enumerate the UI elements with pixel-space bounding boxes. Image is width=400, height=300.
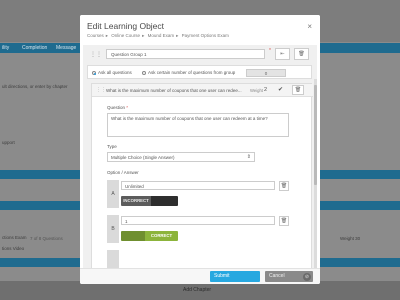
ask-all-label: Ask all questions [98, 70, 132, 75]
breadcrumb-item[interactable]: Mound Exam [148, 33, 175, 38]
required-marker: * [269, 48, 271, 54]
edit-learning-object-modal: Edit Learning Object × Courses ▸ Online C… [80, 15, 320, 284]
background-text: upport [2, 140, 15, 145]
trash-icon: 🗑 [298, 51, 305, 57]
correct-toggle[interactable]: CORRECT [121, 231, 178, 241]
modal-title: Edit Learning Object [87, 21, 165, 31]
question-group-row: ⋮⋮ Question Group 1 * ⇤ 🗑 [87, 48, 312, 62]
background-text: ctions Exam [2, 235, 27, 240]
question-header[interactable]: ⋮⋮ What is the maximum number of coupons… [92, 84, 313, 97]
option-item: A Unlimited 🗑 INCORRECT [107, 180, 289, 208]
option-input[interactable]: Unlimited [121, 181, 275, 190]
ask-random-radio[interactable] [142, 71, 146, 75]
trash-icon: 🗑 [280, 183, 288, 189]
background-text: 7 of 8 Questions [30, 236, 63, 241]
toggle-knob [121, 231, 145, 241]
ask-all-radio[interactable] [92, 71, 96, 75]
ask-random-label: Ask certain number of questions from gro… [148, 70, 236, 75]
option-letter: B [107, 215, 119, 243]
option-letter: A [107, 180, 119, 208]
breadcrumb-separator-icon: ▸ [105, 33, 109, 38]
cancel-label: Cancel [269, 273, 285, 279]
background-tab: Completion [22, 45, 48, 51]
sort-chevron-icon: ⇕ [246, 154, 251, 160]
question-panel: ⋮⋮ What is the maximum number of coupons… [91, 83, 313, 268]
scroll-thumb[interactable] [314, 85, 317, 185]
option-input[interactable]: 1 [121, 216, 275, 225]
drag-handle-icon[interactable]: ⋮⋮ [90, 51, 102, 58]
group-name-input[interactable]: Question Group 1 [106, 49, 265, 59]
toggle-label: CORRECT [145, 231, 178, 241]
weight-value[interactable]: 2 [264, 87, 267, 93]
background-tab: ility [2, 45, 10, 51]
question-field-label: Question * [107, 105, 128, 110]
add-chapter-label: Add Chapter [183, 287, 212, 293]
close-icon[interactable]: × [307, 22, 312, 31]
option-item [107, 250, 289, 268]
breadcrumb: Courses ▸ Online Course ▸ Mound Exam ▸ Paym… [87, 33, 231, 39]
type-label: Type [107, 144, 117, 149]
modal-scrollbar[interactable] [314, 79, 317, 268]
cancel-icon: ⊘ [303, 272, 311, 281]
modal-footer: Submit Cancel ⊘ [80, 268, 320, 284]
breadcrumb-item[interactable]: Online Course [111, 33, 140, 38]
drag-handle-icon[interactable]: ⋮⋮ [96, 87, 106, 93]
delete-option-button[interactable]: 🗑 [279, 181, 289, 191]
modal-header: Edit Learning Object × Courses ▸ Online C… [80, 15, 320, 44]
question-textarea[interactable]: What is the maximum number of coupons th… [107, 113, 289, 137]
correct-toggle[interactable]: INCORRECT [121, 196, 178, 206]
breadcrumb-item[interactable]: Payment Options Exam [182, 33, 229, 38]
type-select-value: Multiple Choice (Single Answer) [111, 155, 175, 160]
modal-body: ⋮⋮ Question Group 1 * ⇤ 🗑 Ask all questi… [83, 45, 317, 268]
cancel-button[interactable]: Cancel ⊘ [265, 271, 313, 282]
submit-button[interactable]: Submit [210, 271, 260, 282]
required-marker: * [126, 105, 129, 110]
weight-label: Weight [250, 88, 263, 93]
toggle-label: INCORRECT [121, 196, 151, 206]
background-text: tions Video [2, 246, 25, 251]
collapse-button[interactable]: ⇤ [275, 48, 290, 60]
question-label-text: Question [107, 105, 126, 110]
trash-icon: 🗑 [294, 87, 302, 93]
option-item: B 1 🗑 CORRECT [107, 215, 289, 243]
type-select[interactable]: Multiple Choice (Single Answer) ⇕ [107, 152, 255, 162]
delete-question-button[interactable]: 🗑 [292, 85, 304, 95]
trash-icon: 🗑 [280, 218, 288, 224]
option-letter [107, 250, 119, 268]
check-icon[interactable]: ✔ [278, 86, 283, 93]
delete-option-button[interactable]: 🗑 [279, 216, 289, 226]
breadcrumb-separator-icon: ▸ [176, 33, 179, 38]
background-text: Weight 30 [340, 236, 361, 241]
toggle-knob [151, 196, 178, 206]
background-tab: Message [56, 45, 77, 51]
background-text: ult directions, or enter by chapter [2, 84, 68, 89]
question-selection-row: Ask all questions Ask certain number of … [87, 65, 312, 79]
options-label: Option / Answer [107, 170, 139, 175]
collapse-icon: ⇤ [280, 51, 285, 57]
question-title: What is the maximum number of coupons th… [106, 88, 242, 93]
breadcrumb-separator-icon: ▸ [142, 33, 145, 38]
random-count-input[interactable]: 0 [246, 69, 286, 77]
delete-group-button[interactable]: 🗑 [294, 48, 309, 60]
breadcrumb-item[interactable]: Courses [87, 33, 104, 38]
